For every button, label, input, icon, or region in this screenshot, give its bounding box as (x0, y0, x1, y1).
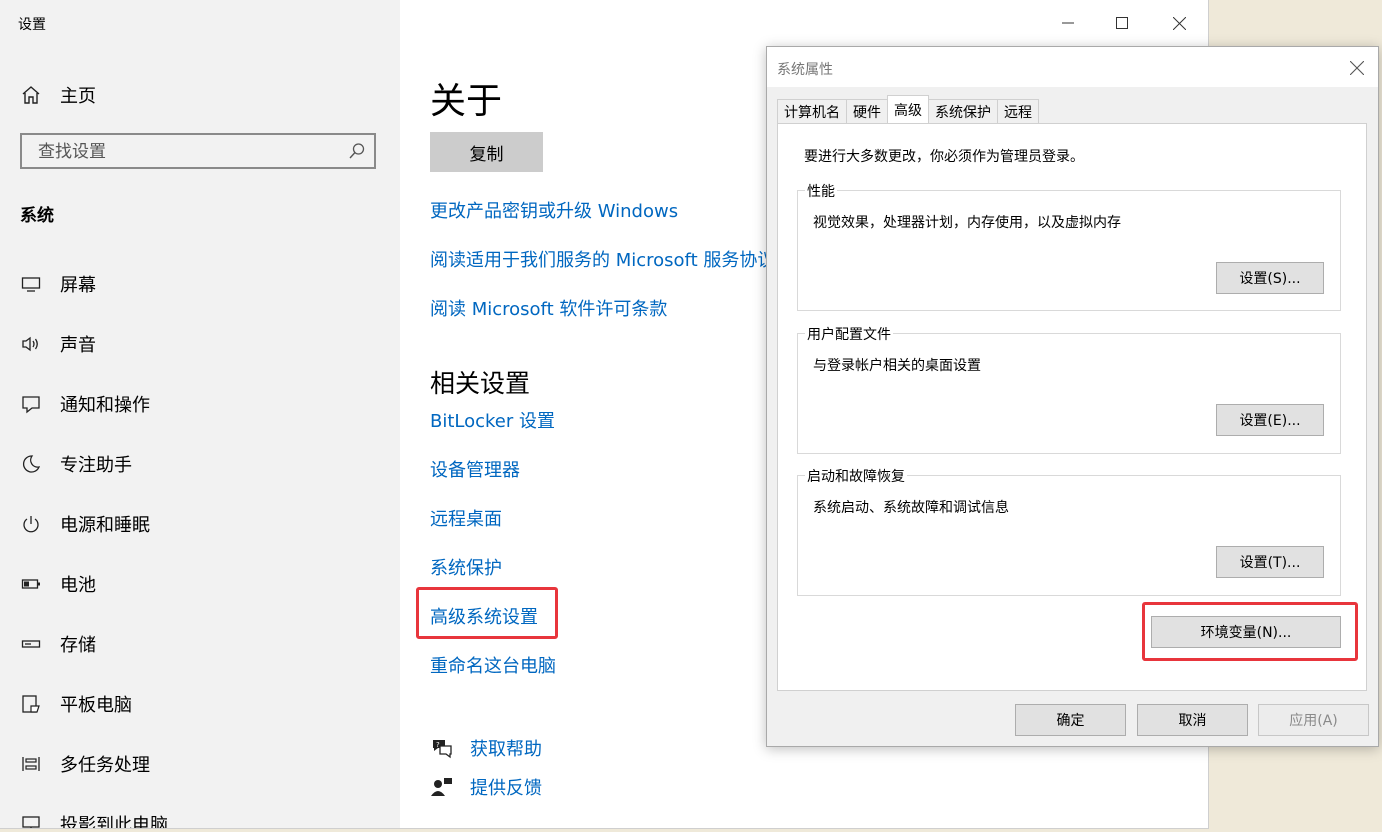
link-system-protection[interactable]: 系统保护 (430, 554, 502, 580)
section-label-system: 系统 (20, 206, 54, 226)
nav-item-label: 投影到此电脑 (60, 815, 168, 829)
performance-title: 性能 (805, 181, 837, 201)
link-device-manager[interactable]: 设备管理器 (430, 456, 520, 482)
nav-item-label: 平板电脑 (60, 695, 132, 716)
nav-item-label: 电源和睡眠 (60, 515, 150, 536)
user-profiles-title: 用户配置文件 (805, 324, 893, 344)
highlight-advanced-system-settings (416, 587, 558, 639)
moon-icon (20, 453, 42, 475)
nav-item-power-sleep[interactable]: 电源和睡眠 (20, 511, 150, 537)
nav-item-notifications[interactable]: 通知和操作 (20, 391, 150, 417)
link-remote-desktop[interactable]: 远程桌面 (430, 505, 502, 531)
close-button[interactable] (1164, 10, 1194, 36)
power-icon (20, 513, 42, 535)
projector-icon (20, 813, 42, 828)
user-profiles-settings-button[interactable]: 设置(E)... (1216, 404, 1324, 436)
startup-recovery-group: 启动和故障恢复 系统启动、系统故障和调试信息 设置(T)... (797, 466, 1341, 596)
tab-computer-name[interactable]: 计算机名 (777, 99, 847, 123)
nav-item-label: 多任务处理 (60, 755, 150, 776)
svg-text:?: ? (436, 741, 440, 749)
close-icon (1350, 61, 1364, 75)
multitasking-icon (20, 753, 42, 775)
tab-advanced[interactable]: 高级 (887, 95, 929, 123)
apply-button[interactable]: 应用(A) (1258, 704, 1369, 736)
give-feedback-label: 提供反馈 (470, 778, 542, 799)
nav-item-focus-assist[interactable]: 专注助手 (20, 451, 132, 477)
sidebar: 设置 主页 系统 屏幕 声音 通知和操作 专注助手 (0, 0, 400, 828)
nav-item-display[interactable]: 屏幕 (20, 271, 96, 297)
nav-item-label: 通知和操作 (60, 395, 150, 416)
get-help-link[interactable]: ? 获取帮助 (430, 735, 542, 761)
ok-button[interactable]: 确定 (1015, 704, 1126, 736)
minimize-icon (1062, 22, 1074, 24)
get-help-label: 获取帮助 (470, 739, 542, 760)
nav-item-label: 声音 (60, 335, 96, 356)
link-microsoft-services-agreement[interactable]: 阅读适用于我们服务的 Microsoft 服务协议 (430, 246, 775, 272)
user-profiles-group: 用户配置文件 与登录帐户相关的桌面设置 设置(E)... (797, 324, 1341, 454)
storage-icon (20, 633, 42, 655)
tab-remote[interactable]: 远程 (997, 99, 1039, 123)
startup-recovery-desc: 系统启动、系统故障和调试信息 (813, 500, 1009, 516)
nav-item-label: 屏幕 (60, 275, 96, 296)
admin-notice: 要进行大多数更改，你必须作为管理员登录。 (804, 149, 1084, 165)
startup-recovery-title: 启动和故障恢复 (805, 466, 907, 486)
search-input[interactable] (36, 135, 340, 169)
nav-item-tablet[interactable]: 平板电脑 (20, 691, 132, 717)
maximize-icon (1116, 17, 1128, 29)
dialog-titlebar: 系统属性 (767, 47, 1378, 87)
user-profiles-desc: 与登录帐户相关的桌面设置 (813, 358, 981, 374)
system-properties-dialog: 系统属性 计算机名 硬件 高级 系统保护 远程 要进行大多数更改，你必须作为管理… (766, 46, 1379, 747)
link-change-product-key[interactable]: 更改产品密钥或升级 Windows (430, 197, 678, 223)
dialog-tabs: 计算机名 硬件 高级 系统保护 远程 (777, 95, 1039, 123)
notification-icon (20, 393, 42, 415)
app-title: 设置 (18, 17, 46, 33)
nav-item-label: 电池 (60, 575, 96, 596)
minimize-button[interactable] (1053, 10, 1083, 36)
maximize-button[interactable] (1107, 10, 1137, 36)
help-chat-icon: ? (430, 736, 454, 760)
link-bitlocker-settings[interactable]: BitLocker 设置 (430, 407, 555, 433)
home-icon (20, 84, 42, 106)
nav-home[interactable]: 主页 (20, 82, 96, 108)
give-feedback-link[interactable]: 提供反馈 (430, 774, 542, 800)
startup-recovery-settings-button[interactable]: 设置(T)... (1216, 546, 1324, 578)
close-icon (1172, 16, 1186, 30)
related-settings-title: 相关设置 (430, 369, 531, 398)
search-icon[interactable] (348, 142, 366, 160)
nav-item-storage[interactable]: 存储 (20, 631, 96, 657)
cancel-button[interactable]: 取消 (1137, 704, 1248, 736)
link-rename-pc[interactable]: 重命名这台电脑 (430, 652, 556, 678)
nav-item-battery[interactable]: 电池 (20, 571, 96, 597)
tab-system-protection[interactable]: 系统保护 (928, 99, 998, 123)
dialog-close-button[interactable] (1346, 57, 1368, 79)
highlight-environment-variables (1142, 602, 1358, 661)
performance-group: 性能 视觉效果，处理器计划，内存使用，以及虚拟内存 设置(S)... (797, 181, 1341, 311)
speaker-icon (20, 333, 42, 355)
tablet-icon (20, 693, 42, 715)
nav-item-label: 专注助手 (60, 455, 132, 476)
tab-hardware[interactable]: 硬件 (846, 99, 888, 123)
nav-item-label: 存储 (60, 635, 96, 656)
battery-icon (20, 573, 42, 595)
search-box[interactable] (20, 133, 376, 169)
nav-item-multitasking[interactable]: 多任务处理 (20, 751, 150, 777)
dialog-title: 系统属性 (777, 62, 833, 78)
link-software-license-terms[interactable]: 阅读 Microsoft 软件许可条款 (430, 295, 667, 321)
monitor-icon (20, 273, 42, 295)
performance-desc: 视觉效果，处理器计划，内存使用，以及虚拟内存 (813, 215, 1121, 231)
nav-item-sound[interactable]: 声音 (20, 331, 96, 357)
copy-button[interactable]: 复制 (430, 132, 543, 172)
nav-item-projecting[interactable]: 投影到此电脑 (20, 811, 168, 829)
feedback-icon (430, 775, 454, 799)
advanced-tab-panel: 要进行大多数更改，你必须作为管理员登录。 性能 视觉效果，处理器计划，内存使用，… (777, 123, 1367, 691)
page-title: 关于 (430, 81, 503, 122)
nav-home-label: 主页 (60, 86, 96, 107)
performance-settings-button[interactable]: 设置(S)... (1216, 262, 1324, 294)
